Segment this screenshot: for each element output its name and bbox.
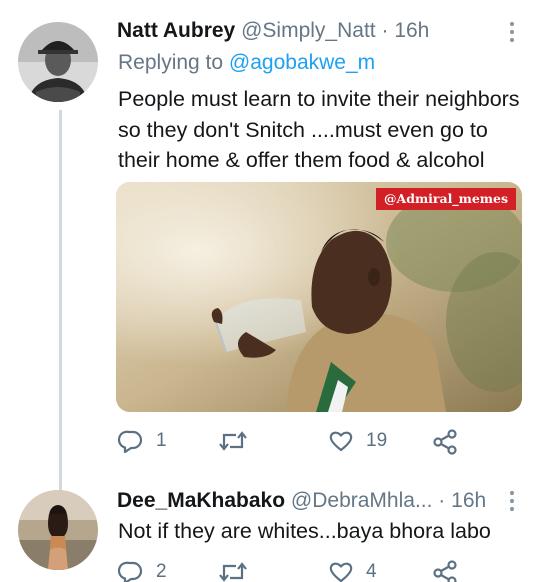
separator-dot: · [381, 19, 389, 42]
tweet-text-line: their home & offer them food & alcohol [118, 148, 485, 172]
display-name[interactable]: Natt Aubrey [117, 19, 235, 42]
tweet-header: Natt Aubrey @Simply_Natt · 16h [117, 18, 429, 44]
tweet-text-line: Not if they are whites...baya bhora labo [118, 519, 491, 543]
separator-dot: · [438, 489, 446, 512]
reply-icon [118, 430, 143, 453]
like-count: 4 [366, 561, 377, 582]
display-name[interactable]: Dee_MaKhabako [117, 489, 285, 512]
timestamp[interactable]: 16h [451, 489, 486, 512]
user-handle[interactable]: @Simply_Natt [241, 19, 376, 42]
tweet-media-image[interactable]: @Admiral_memes [116, 182, 522, 412]
replying-to-link[interactable]: @agobakwe_m [229, 51, 375, 74]
more-vertical-icon[interactable] [506, 489, 518, 518]
reply-count: 1 [156, 430, 167, 451]
like-count: 19 [366, 430, 388, 451]
reply-count: 2 [156, 561, 167, 582]
like-button[interactable]: 19 [328, 429, 387, 453]
retweet-icon [219, 562, 247, 582]
heart-icon [329, 431, 353, 452]
like-button[interactable]: 4 [328, 560, 377, 582]
tweet-text-line: People must learn to invite their neighb… [118, 87, 520, 111]
reply-button[interactable]: 1 [118, 429, 167, 453]
user-handle[interactable]: @DebraMhla... [291, 489, 433, 512]
tweet-text: People must learn to invite their neighb… [118, 84, 520, 176]
reply-icon [118, 561, 143, 582]
watermark: @Admiral_memes [376, 188, 516, 210]
replying-to: Replying to @agobakwe_m [118, 50, 375, 76]
share-icon [433, 560, 457, 582]
share-icon [433, 429, 457, 455]
thread-line [59, 110, 62, 494]
share-button[interactable] [432, 429, 458, 455]
avatar[interactable] [18, 22, 98, 102]
timestamp[interactable]: 16h [394, 19, 429, 42]
share-button[interactable] [432, 560, 458, 582]
tweet-header: Dee_MaKhabako @DebraMhla... · 16h [117, 488, 486, 514]
heart-icon [329, 562, 353, 582]
replying-to-label: Replying to [118, 51, 224, 74]
retweet-button[interactable] [218, 560, 260, 582]
avatar[interactable] [18, 490, 98, 570]
more-vertical-icon[interactable] [506, 20, 518, 49]
retweet-button[interactable] [218, 429, 260, 453]
reply-button[interactable]: 2 [118, 560, 167, 582]
tweet-text-line: so they don't Snitch ....must even go to [118, 117, 488, 142]
retweet-icon [219, 431, 247, 451]
tweet-text: Not if they are whites...baya bhora labo [118, 516, 491, 547]
